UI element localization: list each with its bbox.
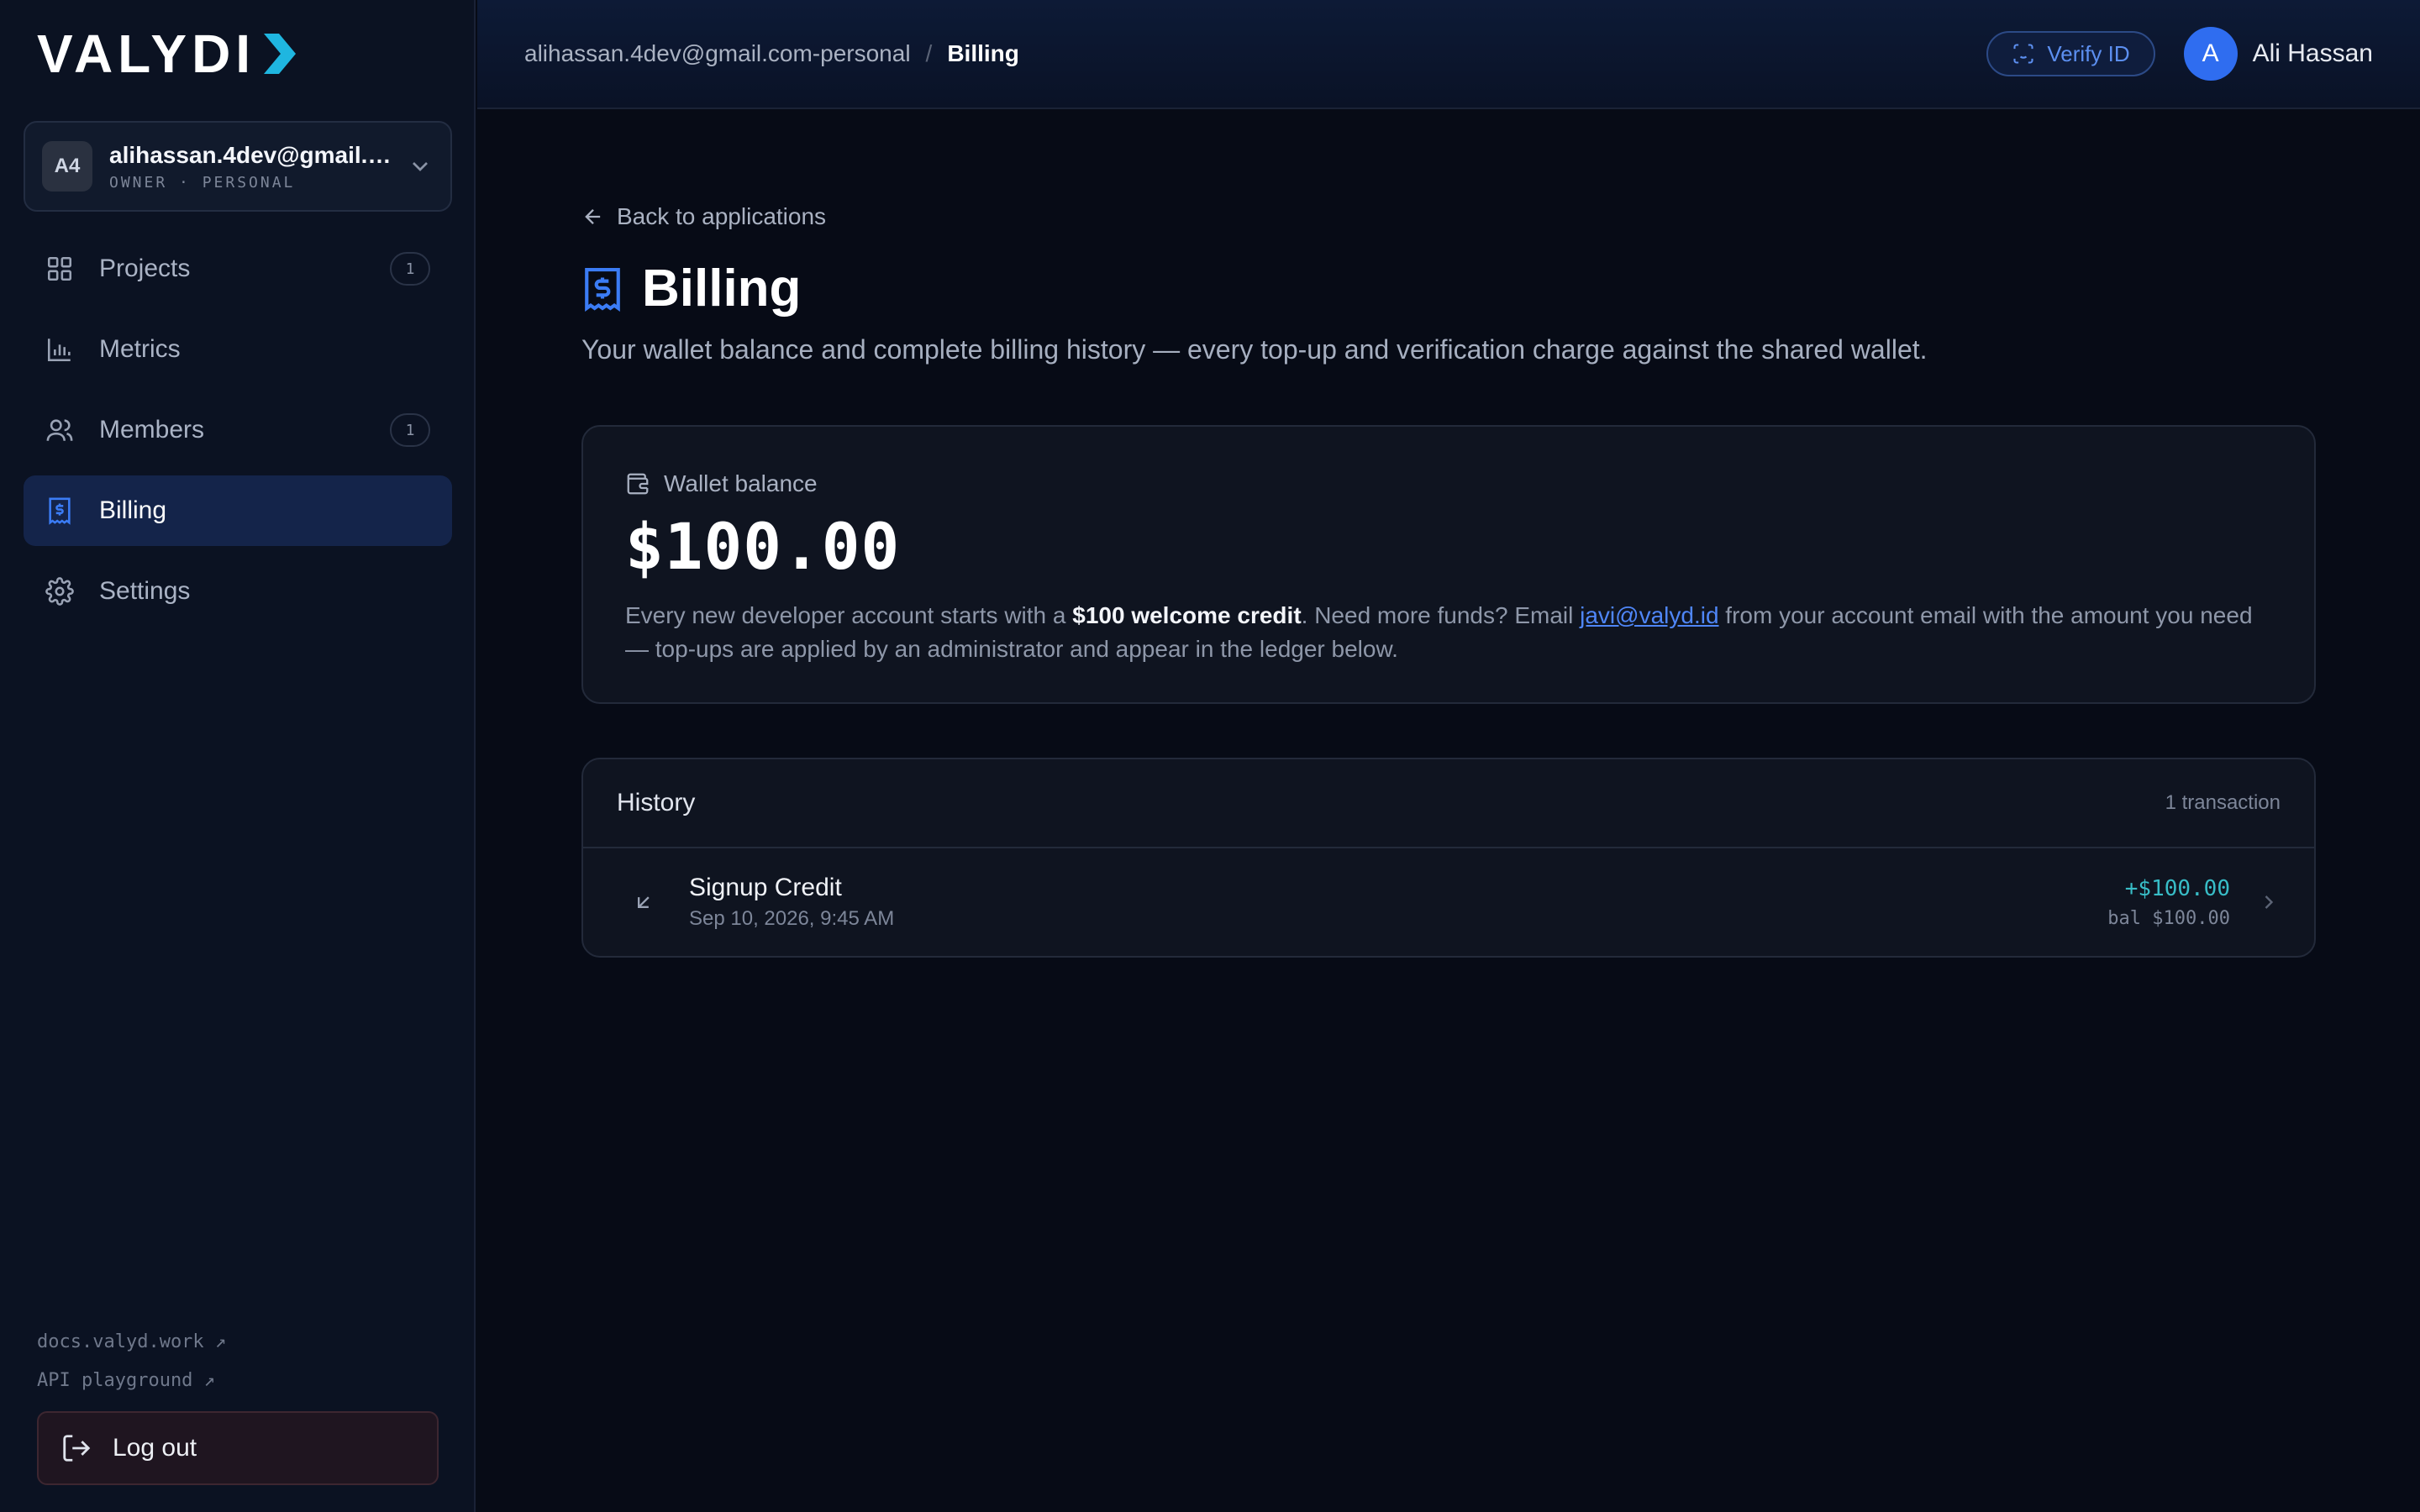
history-header: History 1 transaction — [583, 759, 2314, 848]
arrow-left-icon — [585, 209, 601, 224]
wallet-icon — [627, 473, 649, 495]
user-avatar[interactable]: A — [2183, 27, 2238, 81]
sidebar-item-label: Metrics — [99, 335, 181, 363]
history-card: History 1 transaction Signup Credit Sep … — [581, 758, 2316, 958]
sidebar-item-label: Members — [99, 416, 205, 444]
transaction-balance: bal $100.00 — [2107, 907, 2230, 929]
wallet-card: Wallet balance $100.00 Every new develop… — [581, 425, 2316, 704]
logout-label: Log out — [113, 1434, 197, 1462]
back-link-label: Back to applications — [617, 203, 827, 229]
count-badge: 1 — [390, 413, 430, 447]
verify-id-button[interactable]: Verify ID — [1986, 31, 2155, 76]
chevron-right-icon — [2265, 895, 2274, 909]
topbar: alihassan.4dev@gmail.com-personal / Bill… — [477, 0, 2420, 109]
docs-link[interactable]: docs.valyd.work ↗ — [37, 1322, 226, 1361]
wallet-note-text: Every new developer account starts with … — [625, 602, 1073, 628]
breadcrumb-separator: / — [925, 40, 933, 66]
sidebar-item-label: Billing — [99, 496, 167, 524]
breadcrumb-parent[interactable]: alihassan.4dev@gmail.com-personal — [524, 40, 911, 67]
transaction-row[interactable]: Signup Credit Sep 10, 2026, 9:45 AM +$10… — [583, 848, 2314, 956]
history-title: History — [617, 789, 696, 816]
sidebar-item-members[interactable]: Members 1 — [24, 395, 452, 465]
logo-chevron-icon — [260, 32, 297, 76]
gear-icon — [45, 577, 74, 606]
sidebar-item-projects[interactable]: Projects 1 — [24, 234, 452, 304]
wallet-note-text: . Need more funds? Email — [1301, 602, 1581, 628]
wallet-label: Wallet balance — [664, 470, 818, 496]
back-link[interactable]: Back to applications — [581, 203, 826, 230]
app-root: VALYDI A4 alihassan.4dev@gmail.c... OWNE… — [0, 0, 2420, 1512]
transaction-count: 1 transaction — [2165, 791, 2281, 814]
account-role: OWNER · PERSONAL — [109, 173, 296, 192]
wallet-balance-amount: $100.00 — [625, 509, 901, 584]
chevron-down-icon — [413, 162, 428, 171]
account-avatar: A4 — [42, 141, 92, 192]
api-playground-link[interactable]: API playground ↗ — [37, 1361, 226, 1399]
receipt-dollar-icon — [585, 267, 620, 312]
wallet-note: Every new developer account starts with … — [625, 599, 2255, 666]
grid-icon — [47, 256, 72, 281]
page-title: Billing — [642, 260, 802, 318]
page-subtitle: Your wallet balance and complete billing… — [581, 334, 1928, 365]
receipt-dollar-icon — [49, 497, 71, 525]
footer-links: docs.valyd.work ↗ API playground ↗ — [37, 1322, 226, 1399]
valyd-logo[interactable]: VALYDI — [37, 27, 297, 81]
bar-chart-icon — [47, 339, 71, 362]
sidebar-item-label: Settings — [99, 577, 191, 605]
transaction-date: Sep 10, 2026, 9:45 AM — [689, 907, 895, 930]
account-email: alihassan.4dev@gmail.c... — [109, 141, 393, 168]
users-icon — [46, 419, 73, 441]
sidebar-item-metrics[interactable]: Metrics — [24, 314, 452, 385]
breadcrumb-current: Billing — [947, 40, 1019, 66]
support-email-link[interactable]: javi@valyd.id — [1580, 602, 1718, 628]
welcome-credit-text: $100 welcome credit — [1072, 602, 1302, 628]
sidebar-item-label: Projects — [99, 255, 191, 282]
sidebar-item-settings[interactable]: Settings — [24, 556, 452, 627]
count-badge: 1 — [390, 252, 430, 286]
sidebar-nav: Projects 1 Metrics Members 1 Billing Set… — [24, 234, 452, 637]
transaction-amount: +$100.00 — [2124, 875, 2230, 901]
transaction-name: Signup Credit — [689, 874, 842, 901]
verify-id-label: Verify ID — [2047, 40, 2130, 66]
sidebar-item-billing[interactable]: Billing — [24, 475, 452, 546]
user-name[interactable]: Ali Hassan — [2253, 39, 2373, 68]
scan-face-icon — [2013, 44, 2033, 64]
logo-text: VALYDI — [37, 24, 256, 84]
account-switcher[interactable]: A4 alihassan.4dev@gmail.c... OWNER · PER… — [24, 121, 452, 212]
sidebar: VALYDI A4 alihassan.4dev@gmail.c... OWNE… — [0, 0, 476, 1512]
logout-icon — [63, 1435, 91, 1462]
logout-button[interactable]: Log out — [37, 1411, 439, 1485]
arrow-down-left-icon — [638, 896, 650, 908]
